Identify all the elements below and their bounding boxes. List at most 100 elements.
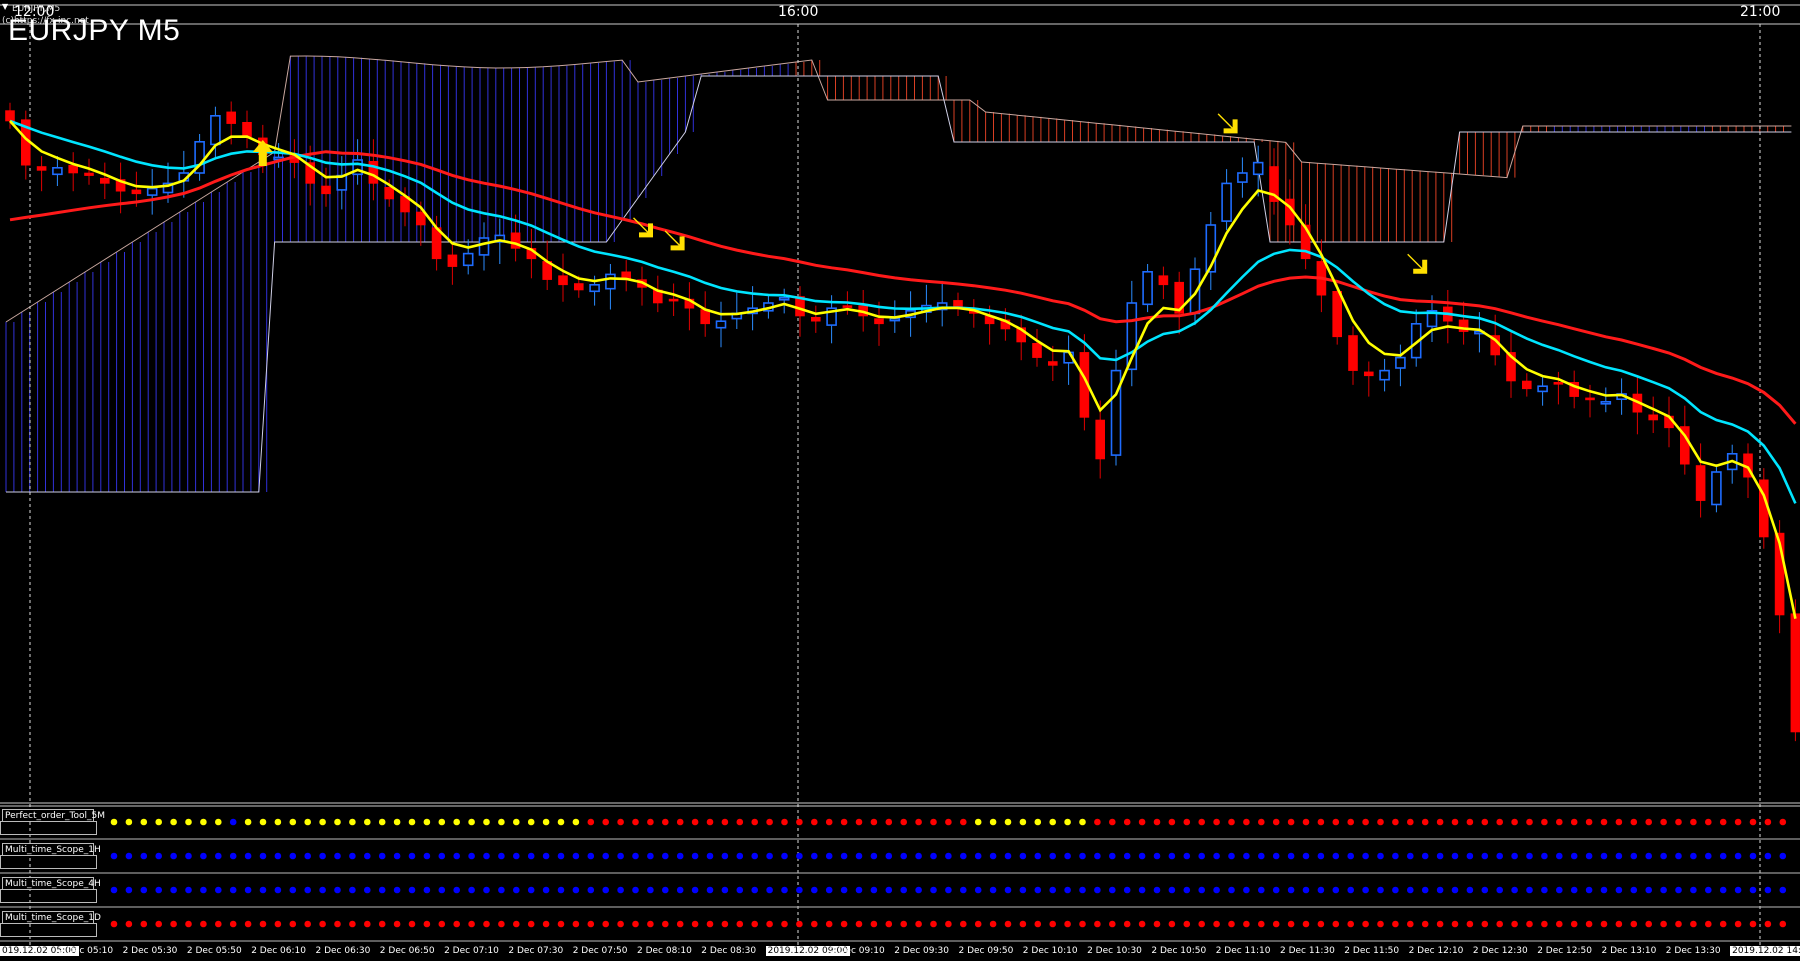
indicator-dot	[453, 886, 461, 894]
indicator-dot	[229, 818, 237, 826]
indicator-dot	[989, 886, 997, 894]
indicator-dot	[1570, 852, 1578, 860]
indicator-dot	[438, 886, 446, 894]
time-axis-label: 2 Dec 05:30	[122, 946, 178, 956]
indicator-dot	[781, 920, 788, 928]
indicator-dot	[1511, 852, 1518, 860]
indicator-dot	[1451, 852, 1459, 860]
candle-body	[1110, 369, 1122, 456]
indicator-dot	[766, 920, 773, 928]
indicator-dot	[349, 920, 356, 928]
indicator-dot	[1719, 920, 1727, 928]
indicator-dot	[1198, 920, 1205, 928]
indicator-dot	[885, 886, 893, 894]
indicator-dot	[1183, 920, 1191, 928]
indicator-dot	[974, 852, 982, 860]
indicator-dot	[1392, 818, 1399, 826]
indicator-dot	[468, 920, 475, 928]
indicator-dot	[617, 818, 624, 826]
indicator-dot	[1705, 852, 1712, 860]
indicator-dot	[974, 818, 982, 826]
time-axis-label: 2 Dec 11:50	[1344, 946, 1400, 956]
candle-body	[1221, 182, 1232, 222]
indicator-dot	[796, 886, 803, 894]
indicator-dot	[900, 886, 907, 894]
indicator-dot	[229, 920, 237, 928]
indicator-dot	[706, 818, 714, 826]
candle-body	[100, 177, 110, 184]
indicator-dot	[1332, 852, 1340, 860]
indicator-dot	[1332, 818, 1340, 826]
indicator-dot	[1645, 852, 1652, 860]
indicator-dot	[1079, 818, 1086, 826]
price-chart[interactable]	[0, 0, 1800, 961]
indicator-dot	[200, 852, 207, 860]
indicator-dot	[289, 920, 297, 928]
indicator-dot	[751, 920, 758, 928]
indicator-dot	[1019, 886, 1027, 894]
indicator-dot	[1153, 920, 1161, 928]
indicator-dot	[930, 920, 937, 928]
indicator-dot	[1123, 852, 1131, 860]
candle-body	[226, 111, 236, 124]
indicator-dot	[1019, 818, 1027, 826]
indicator-dot	[796, 852, 803, 860]
indicator-dot	[1034, 852, 1042, 860]
indicator-dot	[1109, 852, 1116, 860]
candle-body	[810, 316, 821, 322]
indicator-dot	[1421, 886, 1429, 894]
candle-body	[447, 254, 458, 267]
indicator-dot	[1719, 818, 1727, 826]
indicator-dot	[319, 852, 326, 860]
indicator-dot	[1541, 886, 1548, 894]
indicator-dot	[378, 852, 386, 860]
candle-body	[558, 275, 568, 286]
candle-body	[52, 167, 63, 176]
indicator-dot	[1004, 920, 1012, 928]
indicator-dot	[1079, 886, 1086, 894]
indicator-dot	[1556, 818, 1563, 826]
indicator-dot	[1719, 852, 1727, 860]
indicator-dot	[1034, 920, 1042, 928]
chart-menu-icon[interactable]: ▼	[2, 2, 8, 11]
indicator-dot	[781, 852, 788, 860]
time-axis-label: 2 Dec 07:30	[508, 946, 564, 956]
indicator-dot	[1213, 886, 1220, 894]
indicator-dot	[1481, 852, 1489, 860]
indicator-dot	[393, 886, 401, 894]
indicator-dot	[1347, 886, 1354, 894]
time-axis-label: 2 Dec 05:10	[58, 946, 114, 956]
indicator-dot	[527, 920, 535, 928]
indicator-dot	[1705, 920, 1712, 928]
indicator-dot	[364, 852, 371, 860]
indicator-dot	[304, 886, 312, 894]
indicator-dot	[1287, 886, 1295, 894]
chart-window[interactable]: ▼ EURJPY,M5 (c)https://fx-inc.net EURJPY…	[0, 0, 1800, 961]
indicator-dot	[483, 852, 490, 860]
indicator-dot	[1481, 920, 1489, 928]
indicator-dot	[617, 886, 624, 894]
indicator-dot	[1198, 886, 1205, 894]
indicator-dot	[378, 886, 386, 894]
indicator-dot	[572, 818, 580, 826]
time-axis-label: 2 Dec 07:10	[444, 946, 499, 956]
indicator-dot	[1064, 920, 1071, 928]
indicator-dot	[989, 818, 997, 826]
indicator-dot	[989, 920, 997, 928]
indicator-dot	[1749, 920, 1757, 928]
indicator-dot	[706, 920, 714, 928]
indicator-dot	[244, 818, 252, 826]
indicator-dot	[1302, 818, 1310, 826]
indicator-dot	[1675, 852, 1682, 860]
time-axis-label: 2 Dec 07:50	[572, 946, 628, 956]
indicator-dot	[349, 818, 356, 826]
indicator-dot	[1243, 852, 1250, 860]
indicator-dot	[1466, 920, 1474, 928]
indicator-dot	[408, 920, 416, 928]
time-axis-label: 2 Dec 06:10	[251, 946, 306, 956]
indicator-dot	[840, 818, 848, 826]
indicator-dot	[1630, 886, 1638, 894]
indicator-dot	[572, 852, 580, 860]
indicator-dot	[513, 852, 520, 860]
indicator-dot	[1660, 852, 1667, 860]
